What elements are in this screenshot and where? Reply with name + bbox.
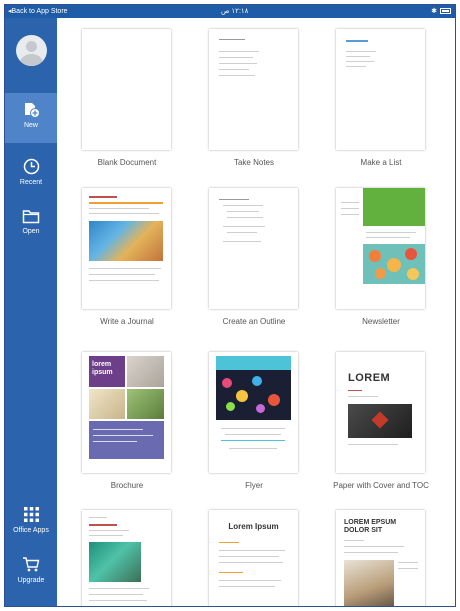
template-thumbnail (336, 188, 425, 309)
template-thumbnail: LOREM (336, 352, 425, 473)
brochure-photo (127, 356, 164, 387)
new-document-icon (25, 103, 40, 118)
brochure-title: lorem ipsum (89, 356, 125, 387)
thumb-title: LOREM EPSUM DOLOR SIT (344, 519, 397, 534)
sidebar-item-recent[interactable]: Recent (5, 158, 57, 194)
bluetooth-icon: ✱ (431, 8, 437, 15)
app-window: ◂Back to App Store ١٢:١٨ ص ✱ New Recent (4, 4, 456, 607)
cover-title: LOREM (348, 372, 391, 384)
sidebar-item-label: Upgrade (17, 577, 45, 584)
template-label: Write a Journal (100, 317, 154, 326)
template-label: Blank Document (97, 158, 157, 167)
brochure-photo (127, 389, 164, 419)
template-thumbnail: LOREM EPSUM DOLOR SIT (336, 510, 425, 606)
template-thumbnail (336, 29, 425, 150)
back-to-app-store-link[interactable]: ◂Back to App Store (8, 7, 68, 15)
battery-icon (440, 8, 451, 14)
thumb-photo (344, 560, 394, 606)
avatar[interactable] (16, 35, 47, 66)
back-to-app-store-label: Back to App Store (11, 8, 68, 15)
template-label: Make a List (360, 158, 402, 167)
sidebar-item-open[interactable]: Open (5, 209, 57, 245)
sidebar-item-office-apps[interactable]: Office Apps (5, 506, 57, 542)
flyer-banner (216, 356, 291, 370)
template-thumbnail (209, 29, 298, 150)
sidebar-item-label: Recent (19, 179, 43, 186)
template-gallery: Blank Document Take Notes Make a List Wr… (57, 18, 455, 606)
sidebar: New Recent Open Office Apps Upgrade (5, 18, 57, 606)
clock-icon (23, 158, 39, 175)
template-label: Create an Outline (222, 317, 286, 326)
template-thumbnail (82, 29, 171, 150)
sidebar-item-label: New (23, 122, 38, 129)
report-photo (89, 542, 141, 582)
sidebar-item-upgrade[interactable]: Upgrade (5, 556, 57, 592)
template-thumbnail (82, 188, 171, 309)
template-thumbnail: Lorem Ipsum (209, 510, 298, 606)
sidebar-item-new[interactable]: New (5, 93, 57, 143)
status-icons: ✱ (431, 7, 451, 15)
newsletter-photo (363, 244, 425, 284)
sidebar-item-label: Office Apps (13, 527, 49, 534)
template-label: Flyer (245, 481, 263, 490)
template-thumbnail (209, 188, 298, 309)
sidebar-item-label: Open (22, 228, 40, 235)
cart-icon (23, 557, 40, 572)
app-grid-icon (23, 507, 39, 522)
brochure-panel (89, 421, 164, 459)
brochure-photo (89, 389, 125, 419)
cover-photo (348, 404, 412, 438)
template-label: Brochure (110, 481, 144, 490)
thumb-title: Lorem Ipsum (228, 522, 279, 531)
folder-icon (22, 210, 40, 224)
status-time: ١٢:١٨ ص (221, 8, 249, 15)
template-label: Take Notes (233, 158, 275, 167)
status-bar: ◂Back to App Store ١٢:١٨ ص ✱ (5, 5, 455, 18)
template-thumbnail (82, 510, 171, 606)
template-label: Paper with Cover and TOC (333, 481, 429, 490)
template-thumbnail: lorem ipsum (82, 352, 171, 473)
flyer-photo (216, 370, 291, 420)
newsletter-banner (363, 188, 425, 226)
template-label: Newsletter (362, 317, 400, 326)
journal-photo (89, 221, 163, 261)
template-thumbnail (209, 352, 298, 473)
